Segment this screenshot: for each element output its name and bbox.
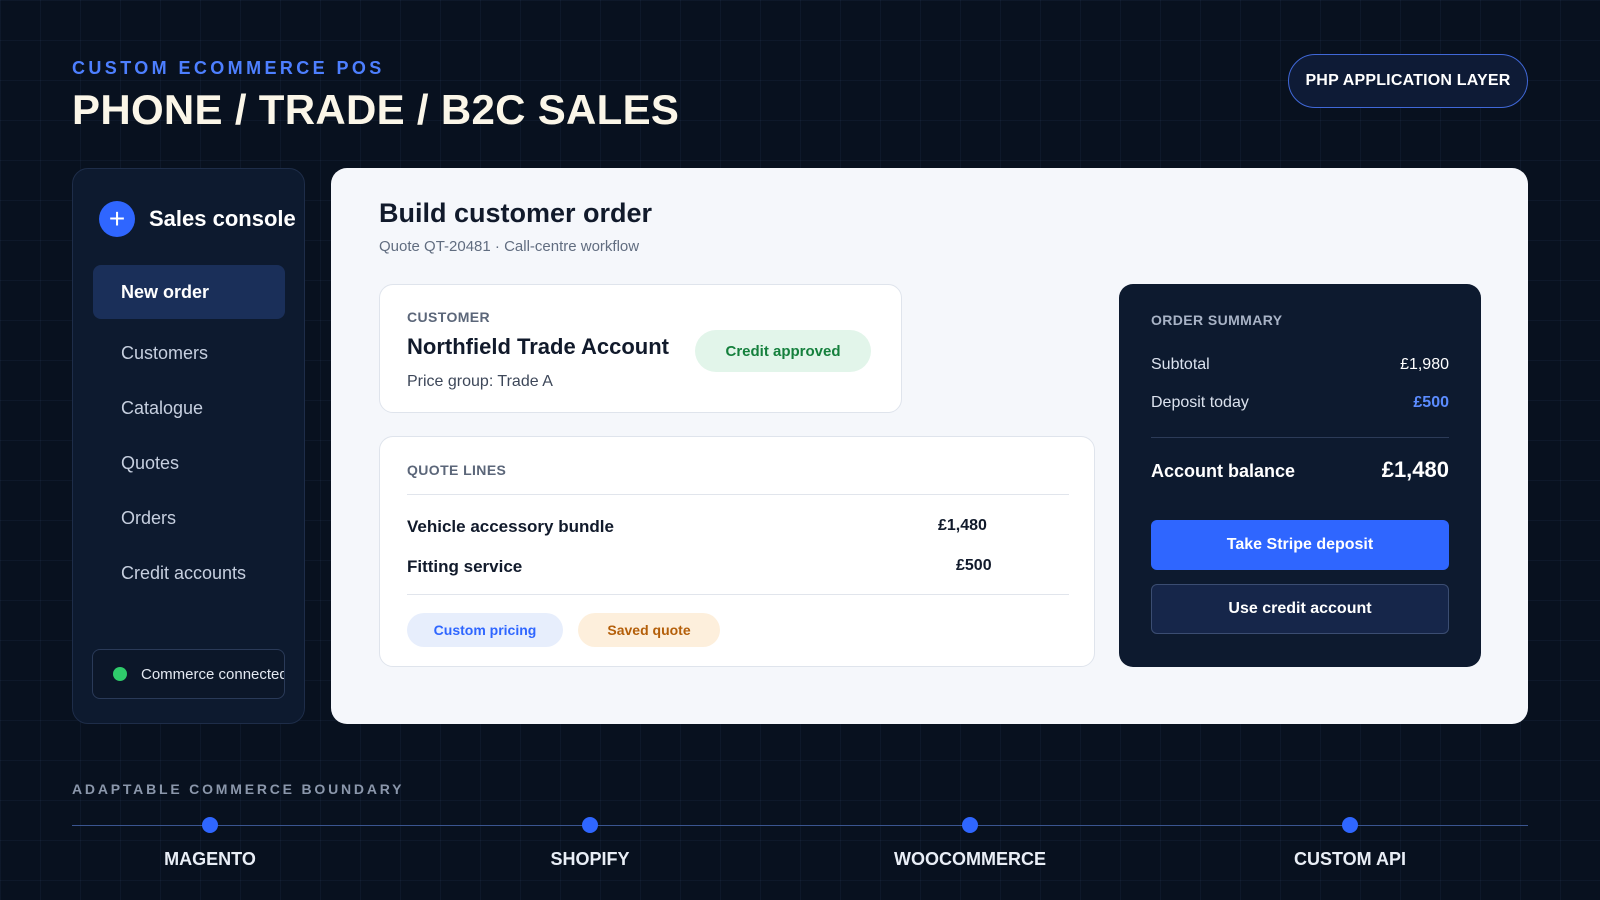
customer-card: CUSTOMER Northfield Trade Account Price … <box>379 284 902 413</box>
platform-dot-custom-api <box>1342 817 1358 833</box>
order-summary-card: ORDER SUMMARY Subtotal £1,980 Deposit to… <box>1119 284 1481 667</box>
platform-dot-shopify <box>582 817 598 833</box>
order-builder-panel: Build customer order Quote QT-20481 · Ca… <box>331 168 1528 724</box>
sidebar-item-orders[interactable]: Orders <box>121 508 176 529</box>
platform-label-shopify: SHOPIFY <box>550 849 630 869</box>
platform-label-custom-api: CUSTOM API <box>1293 849 1406 869</box>
quote-divider-top <box>407 494 1069 495</box>
deposit-label: Deposit today <box>1151 394 1249 411</box>
use-credit-account-button[interactable]: Use credit account <box>1151 584 1449 634</box>
platform-dot-magento <box>202 817 218 833</box>
page-title: PHONE / TRADE / B2C SALES <box>72 86 680 133</box>
sidebar-brand: + Sales console <box>99 201 296 237</box>
sales-console-title: Sales console <box>149 206 296 231</box>
account-balance-row: Account balance £1,480 <box>1151 457 1449 483</box>
platform-label-woocommerce: WOOCOMMERCE <box>894 849 1046 869</box>
saved-quote-tag[interactable]: Saved quote <box>578 613 720 647</box>
order-summary-label: ORDER SUMMARY <box>1151 312 1283 328</box>
summary-divider <box>1151 437 1449 438</box>
subtotal-label: Subtotal <box>1151 356 1210 373</box>
sidebar-item-catalogue[interactable]: Catalogue <box>121 398 203 419</box>
plus-icon[interactable]: + <box>99 201 135 237</box>
header-eyebrow: CUSTOM ECOMMERCE POS <box>72 58 385 78</box>
boundary-label: ADAPTABLE COMMERCE BOUNDARY <box>72 781 405 797</box>
sidebar-item-customers[interactable]: Customers <box>121 343 208 364</box>
quote-line-amount: £500 <box>956 557 992 574</box>
sidebar-item-quotes[interactable]: Quotes <box>121 453 179 474</box>
sidebar-item-new-order[interactable]: New order <box>93 265 285 319</box>
quote-divider-bottom <box>407 594 1069 595</box>
deposit-row: Deposit today £500 <box>1151 394 1449 412</box>
commerce-status-text: Commerce connected <box>141 665 285 683</box>
customer-label: CUSTOMER <box>407 309 491 325</box>
commerce-status-chip: Commerce connected <box>92 649 285 699</box>
quote-subtitle: Quote QT-20481 · Call-centre workflow <box>379 238 640 255</box>
quote-line-name: Fitting service <box>407 557 523 576</box>
custom-pricing-tag[interactable]: Custom pricing <box>407 613 563 647</box>
status-dot-icon <box>113 667 127 681</box>
platform-label-magento: MAGENTO <box>164 849 256 869</box>
subtotal-row: Subtotal £1,980 <box>1151 356 1449 374</box>
customer-price-group: Price group: Trade A <box>407 373 553 390</box>
customer-name: Northfield Trade Account <box>407 334 669 359</box>
take-stripe-deposit-button[interactable]: Take Stripe deposit <box>1151 520 1449 570</box>
quote-lines-label: QUOTE LINES <box>407 462 507 478</box>
sidebar-item-credit-accounts[interactable]: Credit accounts <box>121 563 246 584</box>
account-balance-label: Account balance <box>1151 461 1296 481</box>
credit-status-badge: Credit approved <box>695 330 871 372</box>
boundary-timeline <box>72 825 1528 826</box>
account-balance-value: £1,480 <box>1381 457 1449 482</box>
php-application-layer-badge: PHP APPLICATION LAYER <box>1288 54 1528 108</box>
quote-line-name: Vehicle accessory bundle <box>407 517 614 536</box>
sidebar: + Sales console New order Customers Cata… <box>72 168 305 724</box>
deposit-value: £500 <box>1413 394 1449 411</box>
quote-lines-card: QUOTE LINES Vehicle accessory bundle £1,… <box>379 436 1095 667</box>
platform-dot-woocommerce <box>962 817 978 833</box>
quote-line-amount: £1,480 <box>938 517 987 534</box>
subtotal-value: £1,980 <box>1400 356 1449 373</box>
order-title: Build customer order <box>379 198 653 228</box>
